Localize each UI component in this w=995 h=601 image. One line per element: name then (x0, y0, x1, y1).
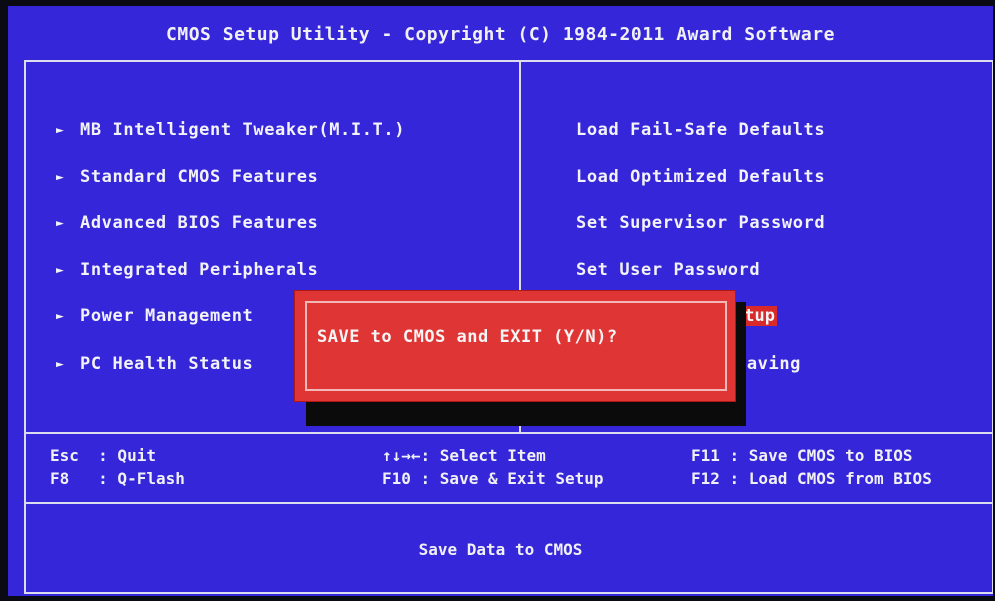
dialog-message: SAVE to CMOS and EXIT (Y/N)? (317, 327, 618, 347)
menu-item-label: PC Health Status (80, 354, 254, 374)
menu-item-standard-cmos[interactable]: ► Standard CMOS Features (56, 167, 318, 187)
menu-item-load-fail-safe[interactable]: Load Fail-Safe Defaults (576, 120, 825, 140)
menu-item-supervisor-password[interactable]: Set Supervisor Password (576, 213, 825, 233)
menu-item-power-management[interactable]: ► Power Management (56, 306, 253, 326)
menu-item-label: MB Intelligent Tweaker(M.I.T.) (80, 120, 406, 140)
submenu-arrow-icon: ► (56, 357, 65, 372)
submenu-arrow-icon: ► (56, 216, 65, 231)
menu-item-user-password[interactable]: Set User Password (576, 260, 760, 280)
save-exit-dialog[interactable]: SAVE to CMOS and EXIT (Y/N)? (294, 290, 736, 402)
menu-item-label: Integrated Peripherals (80, 260, 319, 280)
bios-screen: CMOS Setup Utility - Copyright (C) 1984-… (8, 6, 993, 596)
help-select-item: ↑↓→←: Select Item (382, 446, 546, 465)
help-f12-load-cmos: F12 : Load CMOS from BIOS (691, 469, 932, 488)
menu-item-integrated-peripherals[interactable]: ► Integrated Peripherals (56, 260, 318, 280)
menu-item-load-optimized[interactable]: Load Optimized Defaults (576, 167, 825, 187)
help-f8-qflash: F8 : Q-Flash (50, 469, 185, 488)
menu-item-pc-health[interactable]: ► PC Health Status (56, 354, 253, 374)
submenu-arrow-icon: ► (56, 123, 65, 138)
screen-title: CMOS Setup Utility - Copyright (C) 1984-… (166, 24, 835, 45)
menu-item-label: Standard CMOS Features (80, 167, 319, 187)
help-f11-save-cmos: F11 : Save CMOS to BIOS (691, 446, 913, 465)
help-frame (24, 432, 993, 504)
submenu-arrow-icon: ► (56, 309, 65, 324)
menu-item-advanced-bios[interactable]: ► Advanced BIOS Features (56, 213, 318, 233)
menu-item-mit[interactable]: ► MB Intelligent Tweaker(M.I.T.) (56, 120, 405, 140)
help-esc-quit: Esc : Quit (50, 446, 156, 465)
menu-item-label: Advanced BIOS Features (80, 213, 319, 233)
status-message: Save Data to CMOS (418, 540, 583, 559)
menu-item-label: Power Management (80, 306, 254, 326)
submenu-arrow-icon: ► (56, 263, 65, 278)
help-f10-save-exit: F10 : Save & Exit Setup (382, 469, 604, 488)
submenu-arrow-icon: ► (56, 170, 65, 185)
